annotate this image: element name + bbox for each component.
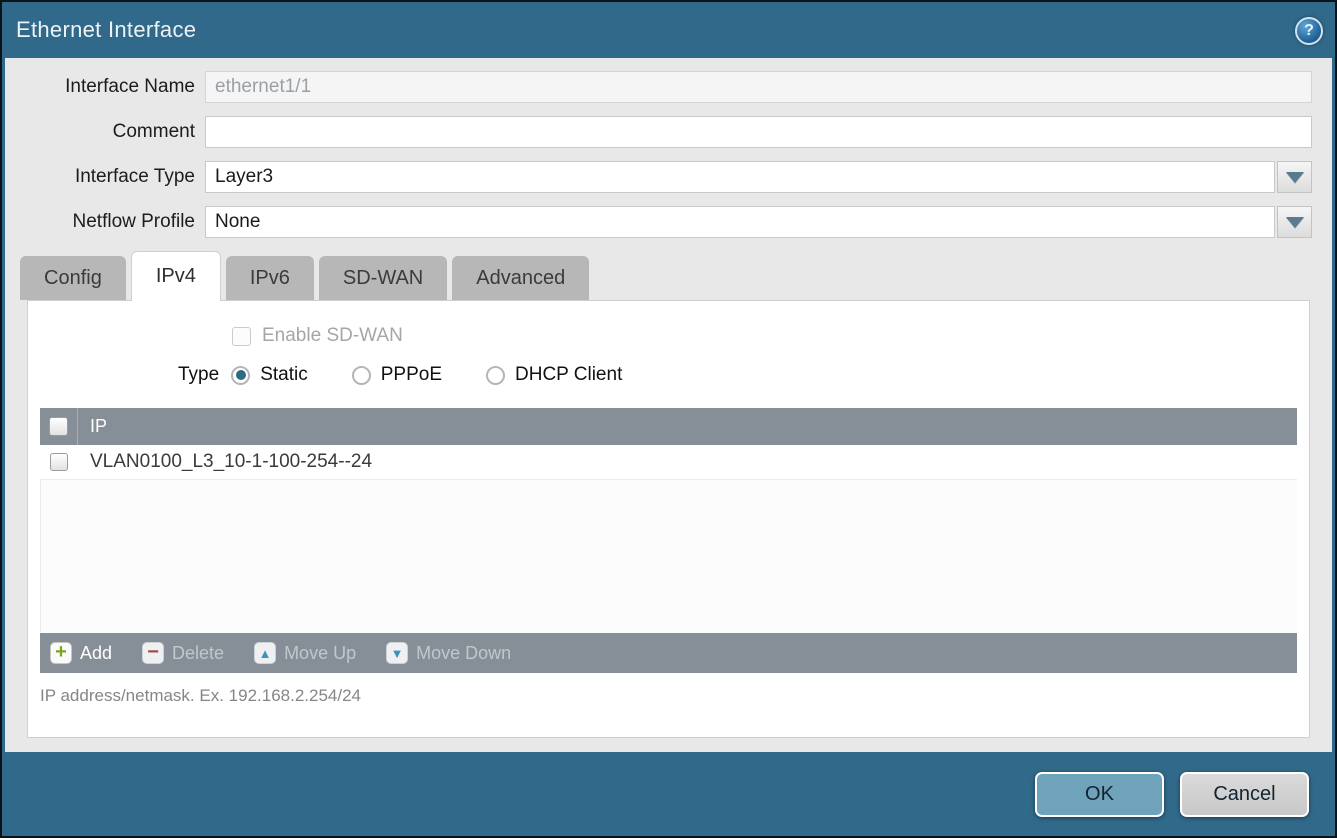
tab-sdwan[interactable]: SD-WAN — [319, 256, 447, 300]
move-down-button-label: Move Down — [416, 643, 511, 664]
add-button-label: Add — [80, 643, 112, 664]
help-icon[interactable]: ? — [1295, 17, 1323, 45]
interface-type-field[interactable] — [205, 161, 1275, 193]
enable-sdwan-row: Enable SD-WAN — [28, 325, 1309, 347]
delete-button-label: Delete — [172, 643, 224, 664]
chevron-down-icon — [1286, 172, 1304, 183]
dhcp-client-radio[interactable] — [486, 366, 505, 385]
move-up-button: ▲ Move Up — [254, 642, 356, 664]
select-all-checkbox[interactable] — [49, 417, 68, 436]
interface-type-label: Interface Type — [5, 166, 205, 188]
delete-icon: − — [142, 642, 164, 664]
pppoe-radio[interactable] — [352, 366, 371, 385]
ip-column-header: IP — [78, 416, 107, 437]
chevron-down-icon — [1286, 217, 1304, 228]
move-down-icon: ▼ — [386, 642, 408, 664]
ip-row-value: VLAN0100_L3_10-1-100-254--24 — [78, 451, 372, 473]
dhcp-client-radio-label: DHCP Client — [515, 364, 622, 386]
tab-config[interactable]: Config — [20, 256, 126, 300]
row-checkbox[interactable] — [50, 453, 68, 471]
interface-name-field — [205, 71, 1312, 103]
netflow-profile-field[interactable] — [205, 206, 1275, 238]
ok-button[interactable]: OK — [1035, 772, 1164, 817]
tab-ipv4[interactable]: IPv4 — [131, 251, 221, 301]
enable-sdwan-label: Enable SD-WAN — [262, 325, 403, 347]
comment-label: Comment — [5, 121, 205, 143]
dialog-content: Interface Name Comment Interface Type Ne… — [5, 58, 1332, 752]
comment-row: Comment — [5, 116, 1332, 148]
add-button[interactable]: + Add — [50, 642, 112, 664]
type-row: Type Static PPPoE DHCP Client — [28, 364, 1309, 386]
comment-field[interactable] — [205, 116, 1312, 148]
row-checkbox-cell — [40, 445, 78, 479]
interface-name-row: Interface Name — [5, 71, 1332, 103]
cancel-button[interactable]: Cancel — [1180, 772, 1309, 817]
interface-type-row: Interface Type — [5, 161, 1332, 193]
table-row[interactable]: VLAN0100_L3_10-1-100-254--24 — [40, 445, 1297, 480]
netflow-profile-label: Netflow Profile — [5, 211, 205, 233]
static-radio[interactable] — [231, 366, 250, 385]
dialog-footer: OK Cancel — [2, 752, 1335, 836]
dialog-title: Ethernet Interface — [16, 17, 196, 43]
ip-table-header: IP — [40, 408, 1297, 445]
table-empty-area — [40, 480, 1297, 633]
tab-advanced[interactable]: Advanced — [452, 256, 589, 300]
interface-type-dropdown-button[interactable] — [1277, 161, 1312, 193]
pppoe-radio-label: PPPoE — [381, 364, 442, 386]
ipv4-tab-panel: Enable SD-WAN Type Static PPPoE DHCP Cli… — [27, 300, 1310, 738]
netflow-profile-row: Netflow Profile — [5, 206, 1332, 238]
ethernet-interface-dialog: Ethernet Interface ? Interface Name Comm… — [0, 0, 1337, 838]
select-all-cell — [40, 408, 78, 445]
interface-name-label: Interface Name — [5, 76, 205, 98]
help-glyph: ? — [1304, 22, 1314, 40]
radio-group-static: Static — [231, 364, 308, 386]
move-down-button: ▼ Move Down — [386, 642, 511, 664]
ip-netmask-hint: IP address/netmask. Ex. 192.168.2.254/24 — [40, 686, 1309, 706]
netflow-profile-dropdown-button[interactable] — [1277, 206, 1312, 238]
type-label: Type — [178, 364, 219, 386]
move-up-icon: ▲ — [254, 642, 276, 664]
table-toolbar: + Add − Delete ▲ Move Up ▼ Move Down — [40, 633, 1297, 673]
static-radio-label: Static — [260, 364, 308, 386]
delete-button: − Delete — [142, 642, 224, 664]
ip-table: IP VLAN0100_L3_10-1-100-254--24 + Add — [40, 408, 1297, 673]
radio-group-pppoe: PPPoE — [352, 364, 442, 386]
add-icon: + — [50, 642, 72, 664]
tab-ipv6[interactable]: IPv6 — [226, 256, 314, 300]
enable-sdwan-checkbox — [232, 327, 251, 346]
move-up-button-label: Move Up — [284, 643, 356, 664]
radio-group-dhcp: DHCP Client — [486, 364, 622, 386]
title-bar: Ethernet Interface ? — [2, 2, 1335, 58]
tab-bar: Config IPv4 IPv6 SD-WAN Advanced — [20, 251, 1332, 300]
